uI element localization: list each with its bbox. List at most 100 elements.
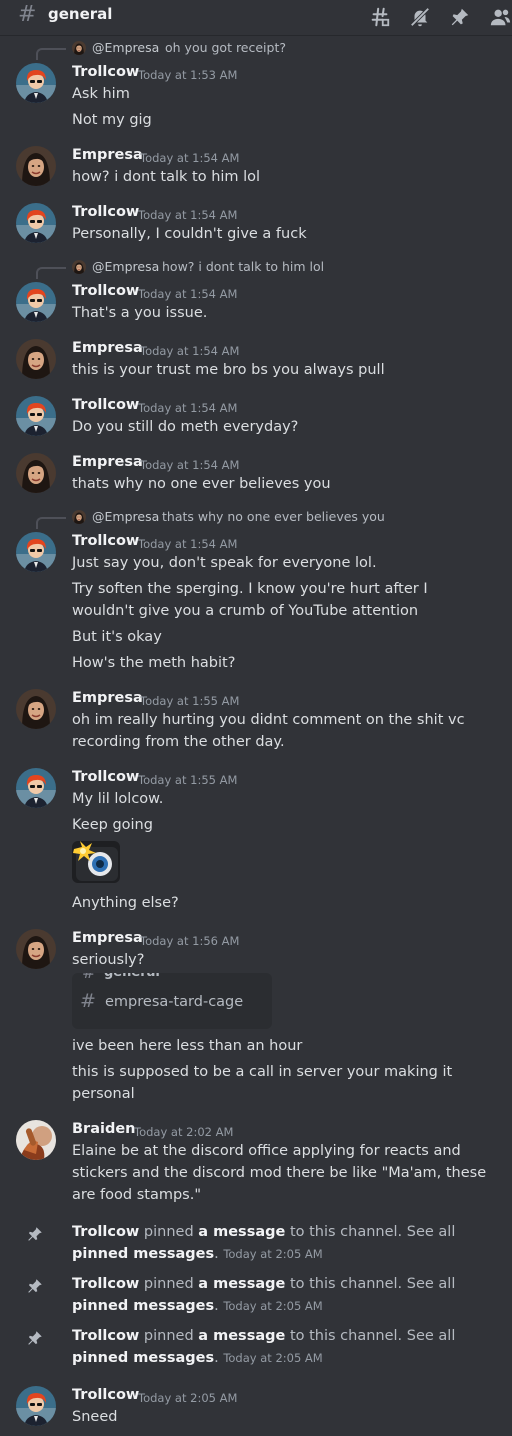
- pinned-message-link[interactable]: a message: [198, 1224, 285, 1240]
- username[interactable]: Empresa: [72, 147, 143, 163]
- avatar[interactable]: [16, 1386, 56, 1426]
- channel-embed-name[interactable]: empresa-tard-cage: [105, 994, 243, 1010]
- message-text: Elaine be at the discord office applying…: [72, 1143, 461, 1159]
- reply-avatar: [72, 510, 86, 524]
- message-text: are food stamps.": [72, 1187, 202, 1203]
- reply-author: @Empresa: [92, 509, 160, 524]
- username[interactable]: Trollcow: [72, 1387, 139, 1403]
- message-text: Not my gig: [72, 112, 152, 128]
- pinned-message-link[interactable]: a message: [198, 1328, 285, 1344]
- username[interactable]: Trollcow: [72, 1328, 139, 1344]
- username[interactable]: Trollcow: [72, 397, 139, 413]
- username[interactable]: Trollcow: [72, 64, 139, 80]
- avatar[interactable]: [16, 396, 56, 436]
- pinned-messages-link[interactable]: pinned messages: [72, 1350, 214, 1366]
- username[interactable]: Empresa: [72, 930, 143, 946]
- avatar[interactable]: [16, 146, 56, 186]
- message-text: Anything else?: [72, 895, 179, 911]
- timestamp: Today at 2:05 AM: [138, 1391, 238, 1405]
- message-text: how? i dont talk to him lol: [72, 169, 261, 185]
- message-text: Try soften the sperging. I know you're h…: [72, 581, 428, 597]
- mute-bell-icon[interactable]: [407, 4, 433, 30]
- channel-embed[interactable]: # general # empresa-tard-cage: [72, 973, 272, 1029]
- avatar[interactable]: [16, 532, 56, 572]
- pin-notice: pinned messages. Today at 2:05 AM: [72, 1246, 323, 1262]
- message-text: Keep going: [72, 817, 153, 833]
- timestamp: Today at 1:55 AM: [138, 773, 238, 787]
- reply-avatar: [72, 41, 86, 55]
- timestamp: Today at 1:54 AM: [138, 208, 238, 222]
- avatar[interactable]: [16, 282, 56, 322]
- message-text: But it's okay: [72, 629, 162, 645]
- timestamp: Today at 1:55 AM: [140, 694, 240, 708]
- username[interactable]: Trollcow: [72, 769, 139, 785]
- pin-notice: Trollcow pinned a message to this channe…: [72, 1276, 456, 1292]
- members-icon[interactable]: [487, 4, 512, 30]
- channel-hash-icon: #: [82, 973, 95, 982]
- pin-notice: Trollcow pinned a message to this channe…: [72, 1224, 456, 1240]
- reply-text: how? i dont talk to him lol: [162, 259, 325, 274]
- reply-author: @Empresa: [92, 259, 160, 274]
- username[interactable]: Trollcow: [72, 283, 139, 299]
- username[interactable]: Braiden: [72, 1121, 136, 1137]
- message-text: this is your trust me bro bs you always …: [72, 362, 385, 378]
- pin-icon[interactable]: [447, 4, 473, 30]
- timestamp: Today at 1:54 AM: [140, 458, 240, 472]
- timestamp: Today at 1:54 AM: [140, 151, 240, 165]
- avatar[interactable]: [16, 929, 56, 969]
- avatar[interactable]: [16, 1120, 56, 1160]
- avatar[interactable]: [16, 339, 56, 379]
- timestamp: Today at 1:56 AM: [140, 934, 240, 948]
- timestamp: Today at 1:54 AM: [140, 344, 240, 358]
- message-text: thats why no one ever believes you: [72, 476, 331, 492]
- avatar[interactable]: [16, 768, 56, 808]
- avatar[interactable]: [16, 689, 56, 729]
- username[interactable]: Trollcow: [72, 1276, 139, 1292]
- message-text: That's a you issue.: [72, 305, 208, 321]
- username[interactable]: Trollcow: [72, 533, 139, 549]
- username[interactable]: Empresa: [72, 340, 143, 356]
- camera-flash-emoji[interactable]: [72, 841, 120, 883]
- message-text: My lil lolcow.: [72, 791, 164, 807]
- username[interactable]: Empresa: [72, 454, 143, 470]
- username[interactable]: Empresa: [72, 690, 143, 706]
- channel-embed-peek: general: [104, 973, 160, 980]
- timestamp: Today at 1:54 AM: [138, 401, 238, 415]
- timestamp: Today at 1:54 AM: [138, 537, 238, 551]
- message-text: ive been here less than an hour: [72, 1038, 303, 1054]
- username[interactable]: Trollcow: [72, 204, 139, 220]
- pin-icon: [26, 1225, 46, 1245]
- timestamp: Today at 2:02 AM: [134, 1125, 234, 1139]
- threads-icon[interactable]: [367, 4, 393, 30]
- timestamp: Today at 2:05 AM: [223, 1247, 323, 1261]
- message-text: recording from the other day.: [72, 734, 285, 750]
- message-text: personal: [72, 1086, 135, 1102]
- pin-icon: [26, 1277, 46, 1297]
- channel-hash-icon: #: [18, 2, 37, 27]
- reply-author: @Empresa: [92, 40, 160, 55]
- avatar[interactable]: [16, 453, 56, 493]
- channel-hash-icon: #: [80, 990, 96, 1012]
- timestamp: Today at 1:53 AM: [138, 68, 238, 82]
- channel-name: general: [48, 5, 113, 23]
- timestamp: Today at 2:05 AM: [223, 1299, 323, 1313]
- pinned-message-link[interactable]: a message: [198, 1276, 285, 1292]
- timestamp: Today at 1:54 AM: [138, 287, 238, 301]
- reply-text: thats why no one ever believes you: [162, 509, 385, 524]
- message-text: oh im really hurting you didnt comment o…: [72, 712, 465, 728]
- avatar[interactable]: [16, 63, 56, 103]
- message-text: stickers and the discord mod there be li…: [72, 1165, 487, 1181]
- avatar[interactable]: [16, 203, 56, 243]
- pin-icon: [26, 1329, 46, 1349]
- username[interactable]: Trollcow: [72, 1224, 139, 1240]
- pinned-messages-link[interactable]: pinned messages: [72, 1246, 214, 1262]
- timestamp: Today at 2:05 AM: [223, 1351, 323, 1365]
- reply-text: oh you got receipt?: [165, 40, 287, 55]
- message-text: Ask him: [72, 86, 130, 102]
- channel-header: # general: [0, 0, 512, 36]
- pinned-messages-link[interactable]: pinned messages: [72, 1298, 214, 1314]
- pin-notice: Trollcow pinned a message to this channe…: [72, 1328, 456, 1344]
- message-text: wouldn't give you a crumb of YouTube att…: [72, 603, 419, 619]
- message-text: Personally, I couldn't give a fuck: [72, 226, 307, 242]
- message-text: seriously?: [72, 952, 145, 968]
